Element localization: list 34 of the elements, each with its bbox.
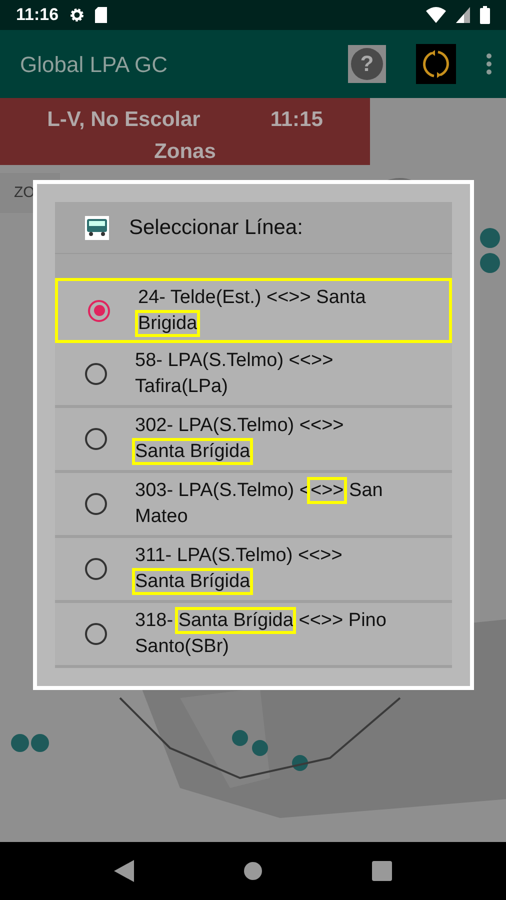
- wifi-icon: [426, 7, 446, 23]
- line-option[interactable]: 318- Santa Brígida <<>> Pino Santo(SBr): [55, 603, 452, 668]
- schedule-time: 11:15: [270, 107, 323, 133]
- refresh-icon[interactable]: [416, 44, 456, 84]
- option-label: 318- Santa Brígida <<>> Pino Santo(SBr): [135, 608, 395, 660]
- help-button[interactable]: ?: [348, 45, 386, 83]
- radio-button[interactable]: [85, 493, 107, 515]
- line-option[interactable]: 24- Telde(Est.) <<>> Santa Brigida: [55, 278, 452, 343]
- back-icon[interactable]: [114, 860, 134, 882]
- section-title: Zonas: [154, 138, 216, 164]
- line-option[interactable]: 311- LPA(S.Telmo) <<>> Santa Brígida: [55, 538, 452, 603]
- recents-icon[interactable]: [372, 861, 392, 881]
- radio-button[interactable]: [85, 558, 107, 580]
- line-option[interactable]: 58- LPA(S.Telmo) <<>> Tafira(LPa): [55, 343, 452, 408]
- dialog-title: Seleccionar Línea:: [129, 214, 303, 241]
- sd-card-icon: [94, 7, 107, 23]
- option-label: 58- LPA(S.Telmo) <<>> Tafira(LPa): [135, 349, 334, 399]
- more-options-icon[interactable]: [486, 53, 492, 75]
- radio-button[interactable]: [85, 363, 107, 385]
- battery-icon: [480, 6, 490, 24]
- bus-icon: [85, 216, 109, 240]
- option-label: 311- LPA(S.Telmo) <<>> Santa Brígida: [135, 543, 395, 595]
- radio-button[interactable]: [85, 428, 107, 450]
- settings-icon: [68, 7, 85, 23]
- option-label: 302- LPA(S.Telmo) <<>> Santa Brígida: [135, 413, 395, 465]
- app-title: Global LPA GC: [20, 50, 169, 78]
- status-time: 11:16: [16, 4, 59, 26]
- home-icon[interactable]: [242, 861, 263, 881]
- radio-button[interactable]: [85, 623, 107, 645]
- line-option[interactable]: 302- LPA(S.Telmo) <<>> Santa Brígida: [55, 408, 452, 473]
- signal-icon: [456, 7, 470, 23]
- option-label: 24- Telde(Est.) <<>> Santa Brigida: [138, 284, 398, 336]
- day-type: L-V, No Escolar: [47, 107, 200, 133]
- radio-button[interactable]: [88, 300, 110, 322]
